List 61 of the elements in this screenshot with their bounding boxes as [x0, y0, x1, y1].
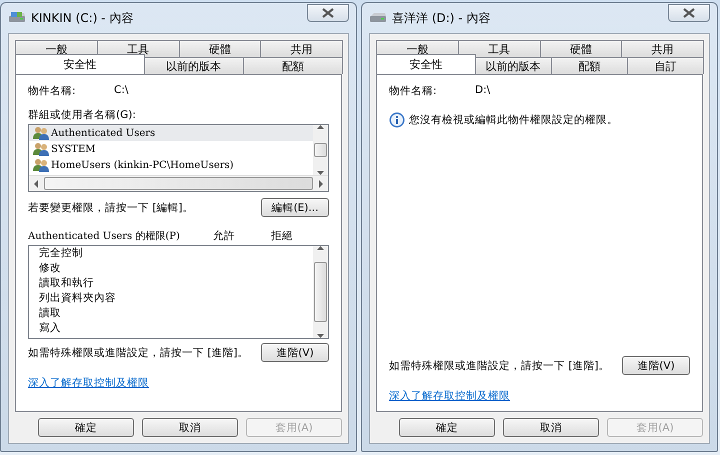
close-icon	[683, 8, 695, 18]
dialog-button[interactable]: 取消	[503, 418, 599, 437]
user-item[interactable]: SYSTEM	[29, 141, 313, 157]
advanced-button[interactable]: 進階(V)	[261, 343, 329, 362]
edit-button[interactable]: 編輯(E)...	[261, 198, 329, 217]
users-icon	[33, 126, 49, 140]
up-arrow-icon[interactable]	[317, 125, 324, 129]
up-arrow-icon[interactable]	[317, 246, 324, 250]
drive-icon	[8, 12, 26, 24]
permission-item: 讀取	[38, 306, 62, 321]
dialog-button[interactable]: 確定	[399, 418, 495, 437]
permission-item: 修改	[38, 261, 62, 276]
object-name-label: 物件名稱:	[389, 84, 438, 98]
tab[interactable]: 安全性	[15, 54, 145, 74]
users-icon	[33, 142, 49, 156]
dialog-button[interactable]: 取消	[142, 418, 238, 437]
help-link[interactable]: 深入了解存取控制及權限	[28, 376, 149, 390]
edit-hint: 若要變更權限，請按一下 [編輯]。	[28, 200, 194, 214]
permission-item: 讀取和執行	[38, 276, 95, 291]
tab[interactable]: 工具	[458, 40, 540, 57]
tab[interactable]: 配額	[550, 57, 628, 74]
tab[interactable]: 自訂	[626, 57, 704, 74]
user-item[interactable]: HomeUsers (kinkin-PC\HomeUsers)	[29, 157, 313, 173]
permission-item: 列出資料夾內容	[38, 291, 117, 306]
window-title: KINKIN (C:) - 內容	[31, 10, 134, 26]
tab[interactable]: 安全性	[376, 54, 476, 74]
advanced-button[interactable]: 進階(V)	[622, 356, 690, 375]
permission-item: 完全控制	[38, 246, 84, 261]
tab[interactable]: 共用	[260, 40, 343, 57]
down-arrow-icon[interactable]	[317, 171, 324, 175]
permission-item: 寫入	[38, 321, 62, 336]
close-icon	[322, 8, 334, 18]
object-name-value: D:\	[475, 84, 490, 98]
vertical-scrollbar[interactable]	[313, 125, 328, 175]
close-button[interactable]	[307, 4, 349, 22]
info-icon	[389, 112, 405, 128]
down-arrow-icon[interactable]	[317, 334, 324, 338]
object-name-label: 物件名稱:	[28, 84, 77, 98]
no-permission-message: 您沒有檢視或編輯此物件權限設定的權限。	[409, 113, 618, 127]
object-name-value: C:\	[114, 84, 128, 98]
tab[interactable]: 以前的版本	[144, 57, 244, 74]
help-link[interactable]: 深入了解存取控制及權限	[389, 389, 510, 403]
deny-header: 拒絕	[271, 229, 294, 243]
users-icon	[33, 158, 49, 172]
allow-header: 允許	[213, 229, 236, 243]
window-title: 喜洋洋 (D:) - 內容	[392, 10, 492, 26]
advanced-hint: 如需特殊權限或進階設定，請按一下 [進階]。	[389, 358, 610, 372]
tab[interactable]: 硬體	[540, 40, 622, 57]
dialog-button[interactable]: 確定	[38, 418, 134, 437]
tab[interactable]: 以前的版本	[474, 57, 552, 74]
tab[interactable]: 共用	[621, 40, 704, 57]
groups-label: 群組或使用者名稱(G):	[28, 108, 137, 122]
vertical-scrollbar[interactable]	[313, 246, 328, 338]
tab[interactable]: 配額	[242, 57, 344, 74]
close-button[interactable]	[668, 4, 710, 22]
drive-icon	[369, 12, 387, 24]
tab[interactable]: 硬體	[178, 40, 262, 57]
user-item[interactable]: Authenticated Users	[29, 125, 313, 141]
horizontal-scrollbar[interactable]	[29, 175, 328, 191]
advanced-hint: 如需特殊權限或進階設定，請按一下 [進階]。	[28, 346, 249, 360]
permissions-label: Authenticated Users 的權限(P)	[28, 230, 181, 243]
